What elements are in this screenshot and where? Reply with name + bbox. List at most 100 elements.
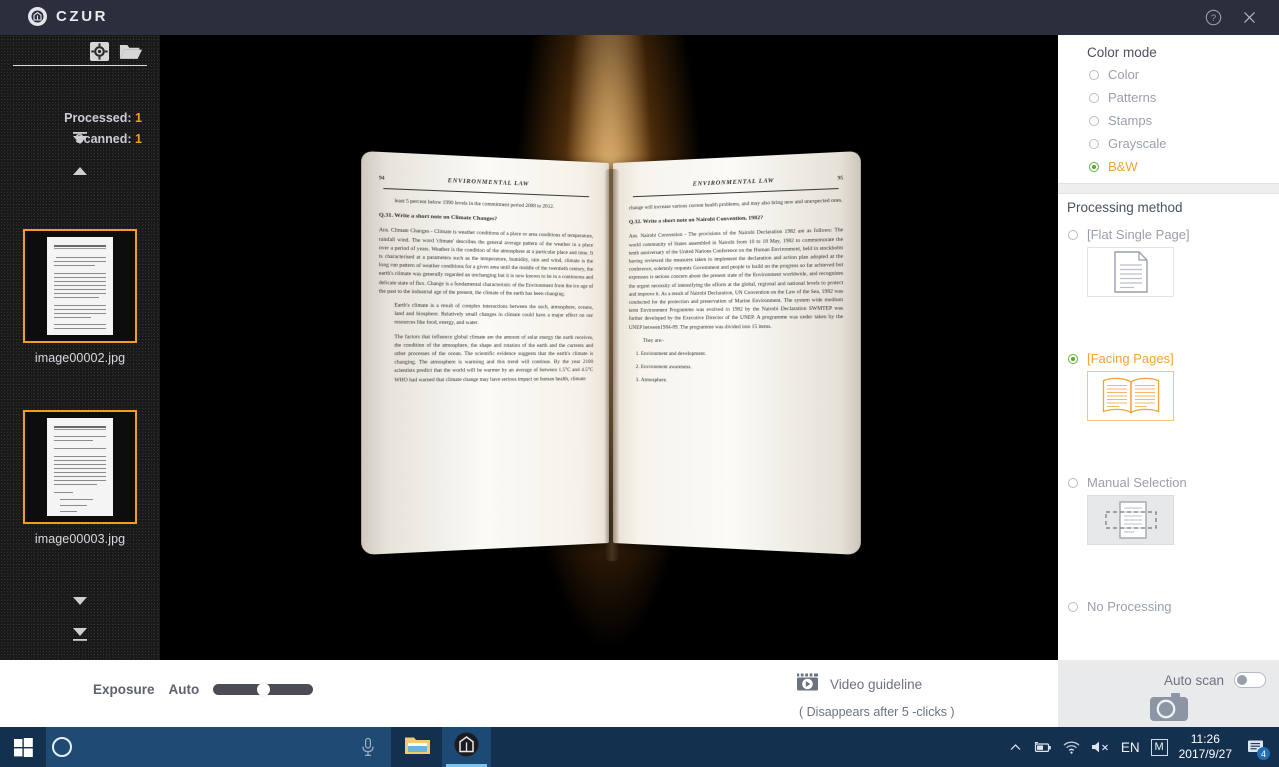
capture-button[interactable]	[1148, 691, 1190, 728]
taskbar-app-czur[interactable]	[442, 727, 491, 767]
right-page-text: change will increase various current hea…	[629, 196, 843, 386]
exposure-slider-knob[interactable]	[257, 683, 271, 696]
video-guideline-block: Video guideline ( Disappears after 5 -cl…	[796, 672, 955, 719]
camera-preview[interactable]: 94 ENVIRONMENTAL LAW least 5 percent bel…	[160, 35, 1058, 660]
ime-indicator[interactable]: M	[1150, 738, 1168, 756]
color-mode-heading: Color mode	[1087, 45, 1157, 60]
left-para-3: Earth's climate is a result of complex i…	[394, 302, 594, 327]
gear-icon[interactable]	[87, 41, 112, 61]
title-bar: CZUR ?	[0, 0, 1279, 35]
radio-icon[interactable]	[1068, 477, 1078, 488]
clock-time: 11:26	[1190, 732, 1220, 746]
color-mode-option-grayscale[interactable]: Grayscale	[1089, 136, 1167, 151]
color-mode-option-stamps[interactable]: Stamps	[1089, 113, 1152, 128]
czur-icon[interactable]	[454, 732, 479, 762]
thumbnail-image-1[interactable]	[23, 410, 137, 524]
left-running-head: ENVIRONMENTAL LAW	[447, 178, 530, 188]
radio-icon[interactable]	[1068, 229, 1078, 240]
processing-option-flat-single-page[interactable]: [Flat Single Page]	[1068, 227, 1190, 242]
color-mode-label-stamps: Stamps	[1108, 113, 1153, 128]
color-mode-label-patterns: Patterns	[1108, 90, 1157, 105]
radio-icon[interactable]	[1089, 69, 1099, 80]
radio-icon-selected[interactable]	[1089, 161, 1099, 172]
right-list-item-0: Environment and development.	[641, 350, 843, 359]
windows-start-icon[interactable]	[0, 727, 46, 767]
right-running-head: ENVIRONMENTAL LAW	[692, 178, 775, 188]
video-guideline-label: Video guideline	[830, 677, 923, 692]
facing-pages-icon[interactable]	[1087, 371, 1174, 421]
folder-open-icon[interactable]	[118, 41, 143, 61]
microphone-icon[interactable]	[360, 737, 376, 762]
jump-to-first-icon[interactable]	[0, 131, 160, 147]
close-icon[interactable]	[1239, 8, 1259, 28]
language-indicator[interactable]: EN	[1121, 740, 1140, 755]
left-head-rule	[383, 188, 590, 198]
notification-icon[interactable]: 4	[1243, 734, 1270, 760]
window-controls: ?	[1203, 0, 1259, 35]
clock[interactable]: 11:26 2017/9/27	[1179, 732, 1232, 762]
thumbnail-item-0[interactable]: image00002.jpg	[0, 229, 160, 365]
auto-scan-label: Auto scan	[1163, 672, 1224, 688]
auto-scan-toggle[interactable]	[1234, 672, 1266, 688]
app-title: CZUR	[56, 8, 109, 25]
thumbnail-item-1[interactable]: image00003.jpg	[0, 410, 160, 546]
radio-icon[interactable]	[1068, 601, 1078, 612]
volume-mute-icon[interactable]	[1091, 740, 1110, 754]
processing-option-no-processing[interactable]: No Processing	[1068, 599, 1172, 614]
processing-option-manual-selection[interactable]: Manual Selection	[1068, 475, 1187, 490]
sidebar-divider	[13, 65, 147, 66]
czur-logo-icon	[28, 7, 47, 26]
notification-count: 4	[1257, 747, 1270, 760]
scroll-up-icon[interactable]	[0, 165, 160, 177]
video-play-icon[interactable]	[796, 672, 819, 697]
book-spine	[605, 169, 619, 561]
exposure-control: Exposure Auto	[93, 682, 314, 697]
color-mode-option-patterns[interactable]: Patterns	[1089, 90, 1156, 105]
processing-label-flat-single-page: [Flat Single Page]	[1087, 227, 1190, 242]
processing-option-facing-pages[interactable]: [Facing Pages]	[1068, 351, 1174, 366]
clock-date: 2017/9/27	[1178, 747, 1232, 761]
color-mode-option-color[interactable]: Color	[1089, 67, 1139, 82]
video-guideline-subtext: ( Disappears after 5 -clicks )	[799, 705, 955, 719]
color-mode-option-bw[interactable]: B&W	[1089, 159, 1138, 174]
wifi-icon[interactable]	[1063, 741, 1080, 754]
taskbar-app-file-explorer[interactable]	[393, 727, 442, 767]
folder-icon[interactable]	[404, 734, 431, 761]
settings-panel: Color mode Color Patterns Stamps Graysca…	[1058, 35, 1279, 732]
thumbnail-page-preview	[47, 418, 113, 516]
manual-selection-icon[interactable]	[1087, 495, 1174, 545]
video-guideline-button[interactable]: Video guideline	[796, 672, 955, 697]
exposure-auto-label[interactable]: Auto	[169, 682, 200, 697]
help-circle-icon[interactable]: ?	[1203, 8, 1223, 28]
right-page-list: Environment and development. Environment…	[629, 350, 843, 387]
right-list-item-2: Atmosphere.	[641, 377, 843, 387]
jump-to-last-icon[interactable]	[0, 627, 160, 643]
battery-icon[interactable]	[1033, 741, 1052, 754]
scroll-down-icon[interactable]	[0, 595, 160, 607]
auto-scan-toggle-row[interactable]: Auto scan	[1164, 672, 1266, 688]
thumbnail-sidebar: Processed: 1 Scanned: 1 image00002.jpg i…	[0, 35, 160, 660]
cortana-circle-icon[interactable]	[52, 737, 72, 757]
single-page-icon[interactable]	[1087, 247, 1174, 297]
book-page-right: 95 ENVIRONMENTAL LAW change will increas…	[613, 150, 861, 556]
radio-icon[interactable]	[1089, 115, 1099, 126]
radio-icon[interactable]	[1089, 138, 1099, 149]
radio-icon-selected[interactable]	[1068, 353, 1078, 364]
exposure-label: Exposure	[93, 682, 155, 697]
processed-stat: Processed: 1	[64, 111, 142, 125]
right-para-2: Ans. Nairobi Convention - The provisions…	[628, 227, 844, 331]
thumbnail-image-0[interactable]	[23, 229, 137, 343]
cortana-search-box[interactable]	[46, 727, 391, 767]
right-question: Q.32. Write a short note on Nairobi Conv…	[628, 215, 764, 226]
panel-separator	[1058, 183, 1279, 194]
processed-label: Processed:	[64, 111, 132, 125]
book-preview: 94 ENVIRONMENTAL LAW least 5 percent bel…	[361, 150, 861, 568]
radio-icon[interactable]	[1089, 92, 1099, 103]
processed-count: 1	[135, 111, 142, 125]
sidebar-toolbar	[87, 41, 143, 61]
exposure-slider[interactable]	[213, 683, 314, 696]
processing-label-manual-selection: Manual Selection	[1087, 475, 1187, 490]
chevron-up-icon[interactable]	[1009, 741, 1022, 754]
left-page-text: least 5 percent below 1990 levels in the…	[379, 196, 593, 384]
app-logo: CZUR	[28, 7, 108, 26]
